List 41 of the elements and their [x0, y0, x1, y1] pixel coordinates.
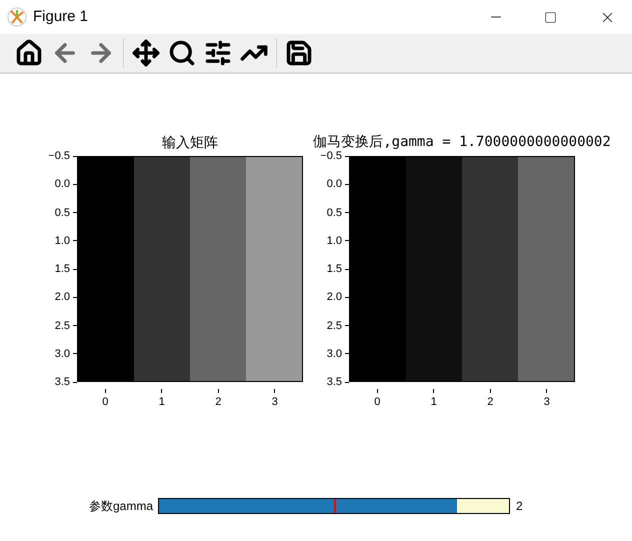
x-tick-label: 2 — [215, 395, 222, 409]
x-tick-label: 1 — [158, 395, 165, 409]
slider-track[interactable] — [158, 498, 510, 514]
slider-label: 参数gamma — [89, 498, 154, 515]
maximize-icon[interactable] — [544, 10, 557, 24]
y-tick-label: 1.0 — [54, 234, 71, 248]
sliders-icon — [204, 39, 232, 67]
y-tick-label: 0.5 — [326, 206, 343, 220]
y-tick-label: 3.0 — [326, 346, 343, 361]
y-tick-label: 3.5 — [326, 375, 343, 389]
y-tick-label: 2.5 — [326, 318, 343, 332]
x-tick-label: 1 — [430, 395, 437, 409]
y-tick-label: 2.0 — [326, 290, 343, 304]
move-button[interactable] — [130, 37, 162, 69]
y-tick-label: 1.0 — [326, 234, 343, 248]
y-tick-label: 0.0 — [54, 177, 71, 192]
y-tick-label: −0.5 — [320, 149, 343, 163]
y-tick-label: 0.0 — [326, 177, 343, 192]
move-icon — [132, 39, 160, 67]
app-logo-icon — [7, 7, 27, 27]
home-icon — [15, 39, 43, 67]
y-tick-label: 3.5 — [54, 375, 71, 389]
save-icon — [285, 39, 313, 67]
y-tick-label: 3.0 — [54, 346, 71, 361]
x-tick-label: 2 — [487, 395, 494, 409]
plot-title: 伽马变换后,gamma = 1.7000000000000002 — [313, 133, 611, 151]
plot-title: 输入矩阵 — [162, 133, 218, 151]
y-tick-label: 2.5 — [54, 318, 71, 332]
y-tick-label: 1.5 — [54, 262, 71, 276]
x-tick-label: 3 — [272, 395, 278, 409]
y-tick-label: 0.5 — [54, 206, 71, 220]
y-tick-label: −0.5 — [48, 149, 71, 163]
y-tick-label: 1.5 — [326, 262, 343, 276]
x-tick-label: 0 — [374, 395, 380, 409]
slider-fill[interactable] — [159, 499, 456, 513]
search-icon — [168, 39, 196, 67]
y-tick-label: 2.0 — [54, 290, 71, 304]
x-tick-label: 3 — [544, 395, 550, 409]
window-title: Figure 1 — [33, 6, 88, 27]
slider-value: 2 — [516, 498, 523, 515]
x-tick-label: 0 — [102, 395, 108, 409]
